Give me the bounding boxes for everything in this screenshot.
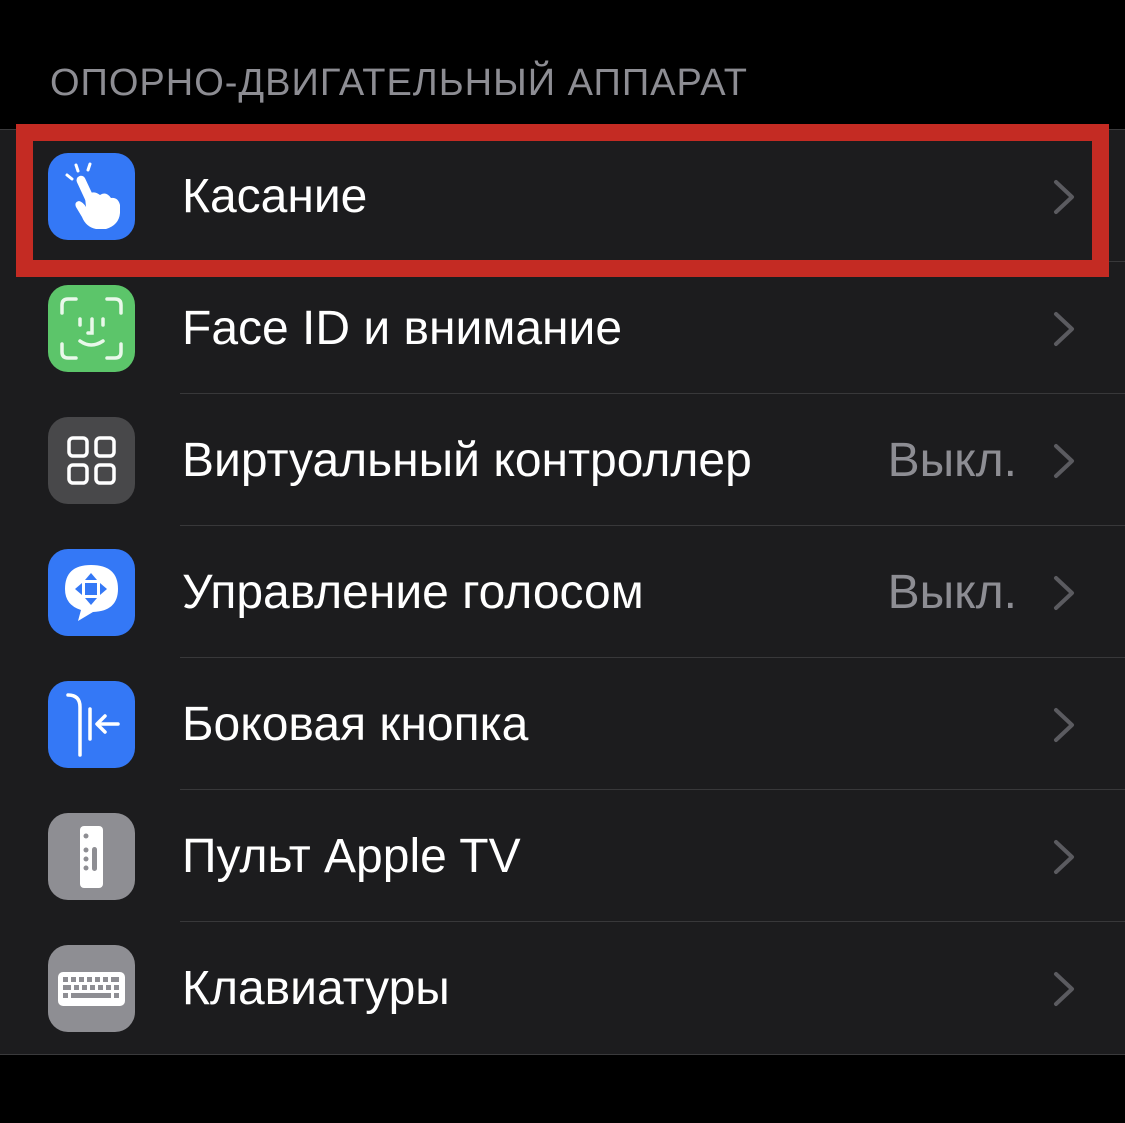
hand-pointer-icon xyxy=(48,153,135,240)
row-side-button[interactable]: Боковая кнопка xyxy=(0,658,1125,790)
row-label: Виртуальный контроллер xyxy=(182,434,752,487)
row-switch-control[interactable]: Виртуальный контроллер Выкл. xyxy=(0,394,1125,526)
chevron-right-icon xyxy=(1054,708,1074,742)
tv-remote-icon xyxy=(48,813,135,900)
keyboard-icon xyxy=(48,945,135,1032)
row-value: Выкл. xyxy=(887,566,1017,619)
row-label: Face ID и внимание xyxy=(182,302,623,355)
row-value: Выкл. xyxy=(887,434,1017,487)
voice-control-bubble-icon xyxy=(48,549,135,636)
chevron-right-icon xyxy=(1054,444,1074,478)
section-header: ОПОРНО-ДВИГАТЕЛЬНЫЙ АППАРАТ xyxy=(50,62,748,104)
row-face-id[interactable]: Face ID и внимание xyxy=(0,262,1125,394)
chevron-right-icon xyxy=(1054,840,1074,874)
settings-list: Касание Face ID и внимание Виртуальный к… xyxy=(0,129,1125,1055)
row-label: Касание xyxy=(182,170,368,223)
row-voice-control[interactable]: Управление голосом Выкл. xyxy=(0,526,1125,658)
row-label: Пульт Apple TV xyxy=(182,830,521,883)
chevron-right-icon xyxy=(1054,180,1074,214)
chevron-right-icon xyxy=(1054,312,1074,346)
row-keyboards[interactable]: Клавиатуры xyxy=(0,922,1125,1054)
face-id-icon xyxy=(48,285,135,372)
row-touch[interactable]: Касание xyxy=(0,130,1125,262)
row-label: Боковая кнопка xyxy=(182,698,529,751)
grid-squares-icon xyxy=(48,417,135,504)
side-button-arrow-icon xyxy=(48,681,135,768)
row-label: Управление голосом xyxy=(182,566,644,619)
row-apple-tv-remote[interactable]: Пульт Apple TV xyxy=(0,790,1125,922)
chevron-right-icon xyxy=(1054,972,1074,1006)
chevron-right-icon xyxy=(1054,576,1074,610)
row-label: Клавиатуры xyxy=(182,962,450,1015)
